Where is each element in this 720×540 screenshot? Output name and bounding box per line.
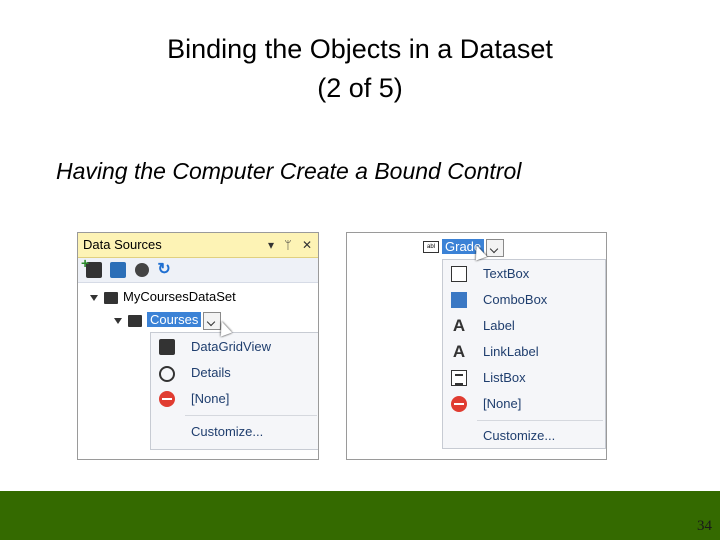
menu-item-label: [None] [483,396,522,411]
window-controls: ▾ ᛘ ✕ [261,233,312,257]
menu-item-none[interactable]: [None] [443,392,605,416]
datagridview-icon [159,339,175,355]
menu-item-textbox[interactable]: TextBox [443,262,605,286]
combobox-icon [451,292,467,308]
data-sources-header: Data Sources ▾ ᛘ ✕ [78,233,318,258]
dataset-label: MyCoursesDataSet [123,289,236,304]
page-number: 34 [697,518,712,534]
menu-item-customize[interactable]: Customize... [151,420,318,444]
menu-item-label-control[interactable]: A Label [443,314,605,338]
dropdown-icon[interactable]: ▾ [268,238,274,252]
expand-triangle-icon[interactable] [90,294,98,301]
control-type-menu: DataGridView Details [None] Customize... [150,332,318,450]
tree-item-courses[interactable]: Courses [114,310,222,330]
menu-item-label: [None] [191,391,230,406]
textbox-icon [451,266,467,282]
control-type-menu: TextBox ComboBox A Label A LinkLabel Lis… [442,259,606,449]
menu-item-label: LinkLabel [483,344,539,359]
menu-item-linklabel[interactable]: A LinkLabel [443,340,605,364]
listbox-icon [451,370,467,386]
tree-item-dataset[interactable]: MyCoursesDataSet [90,287,236,307]
data-sources-title: Data Sources [83,237,162,252]
menu-item-label: TextBox [483,266,530,281]
add-data-source-icon[interactable] [81,255,102,278]
menu-item-customize[interactable]: Customize... [443,424,605,448]
menu-item-none[interactable]: [None] [151,387,318,411]
field-control-window: abl Grade TextBox ComboBox A Label A Lin… [346,232,607,460]
dataset-icon [104,291,118,304]
menu-item-label: Customize... [483,428,556,443]
slide-title-line2: (2 of 5) [317,73,403,103]
menu-item-listbox[interactable]: ListBox [443,366,605,390]
footer-bar [0,491,720,540]
refresh-icon[interactable]: ↻ [157,262,173,278]
slide-title: Binding the Objects in a Dataset (2 of 5… [0,30,720,108]
menu-separator [185,415,317,416]
menu-item-datagridview[interactable]: DataGridView [151,335,318,359]
menu-item-label: Label [483,318,515,333]
menu-item-label: DataGridView [191,339,271,354]
menu-item-details[interactable]: Details [151,361,318,385]
linklabel-icon: A [452,342,466,361]
details-icon [159,366,175,382]
menu-separator [477,420,603,421]
configure-dataset-icon[interactable] [134,263,149,277]
textbox-field-icon: abl [423,241,439,253]
menu-item-label: ListBox [483,370,526,385]
none-icon [451,396,467,412]
menu-item-label: Details [191,365,231,380]
data-sources-window: Data Sources ▾ ᛘ ✕ ↻ MyCoursesDataSet Co… [77,232,319,460]
menu-item-label: ComboBox [483,292,548,307]
slide-subtitle: Having the Computer Create a Bound Contr… [56,158,522,184]
slide-title-line1: Binding the Objects in a Dataset [167,34,553,64]
close-icon[interactable]: ✕ [302,238,312,252]
none-icon [159,391,175,407]
courses-label[interactable]: Courses [147,312,202,327]
edit-dataset-icon[interactable] [110,262,127,278]
menu-item-combobox[interactable]: ComboBox [443,288,605,312]
pin-icon[interactable]: ᛘ [284,238,291,252]
data-sources-toolbar: ↻ [78,255,318,283]
control-type-dropdown-button[interactable] [486,238,505,257]
expand-triangle-icon[interactable] [114,317,122,324]
menu-item-label: Customize... [191,424,264,439]
table-icon [128,314,142,327]
label-icon: A [452,316,466,335]
